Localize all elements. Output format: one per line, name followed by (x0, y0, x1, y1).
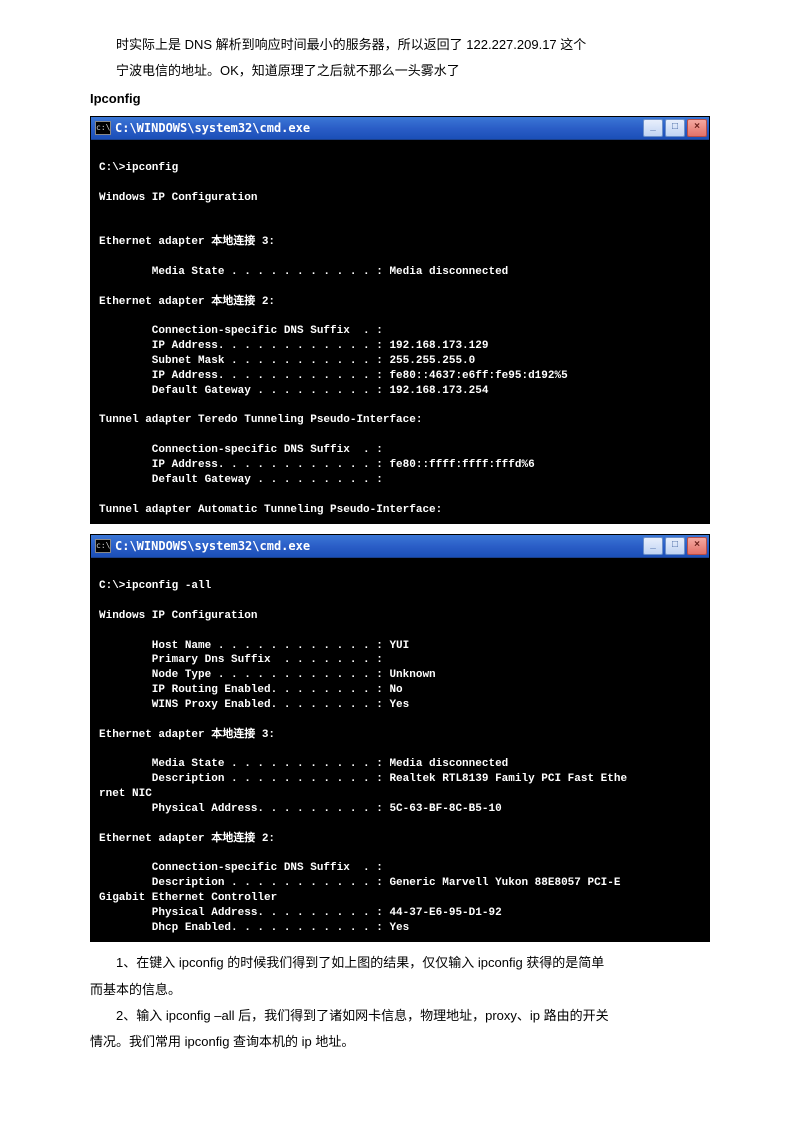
window-title: C:\WINDOWS\system32\cmd.exe (115, 536, 643, 556)
close-button[interactable]: × (687, 537, 707, 555)
window-buttons: _ □ × (643, 119, 707, 137)
cmd-window-ipconfig: c:\ C:\WINDOWS\system32\cmd.exe _ □ × C:… (90, 116, 710, 524)
maximize-button[interactable]: □ (665, 537, 685, 555)
cmd-icon: c:\ (95, 121, 111, 135)
titlebar: c:\ C:\WINDOWS\system32\cmd.exe _ □ × (91, 117, 709, 140)
maximize-button[interactable]: □ (665, 119, 685, 137)
cmd-window-ipconfig-all: c:\ C:\WINDOWS\system32\cmd.exe _ □ × C:… (90, 534, 710, 942)
terminal-output-ipconfig: C:\>ipconfig Windows IP Configuration Et… (91, 140, 709, 523)
terminal-output-ipconfig-all: C:\>ipconfig -all Windows IP Configurati… (91, 558, 709, 941)
outro-line3: 2、输入 ipconfig –all 后，我们得到了诸如网卡信息，物理地址，pr… (90, 1005, 710, 1027)
intro-line1: 时实际上是 DNS 解析到响应时间最小的服务器，所以返回了 122.227.20… (90, 34, 710, 56)
window-title: C:\WINDOWS\system32\cmd.exe (115, 118, 643, 138)
document-page: 时实际上是 DNS 解析到响应时间最小的服务器，所以返回了 122.227.20… (0, 0, 800, 1097)
intro-line2: 宁波电信的地址。OK，知道原理了之后就不那么一头雾水了 (90, 60, 710, 82)
outro-line2: 而基本的信息。 (90, 979, 710, 1001)
minimize-button[interactable]: _ (643, 537, 663, 555)
section-title-ipconfig: Ipconfig (90, 88, 710, 110)
outro-line1: 1、在键入 ipconfig 的时候我们得到了如上图的结果，仅仅输入 ipcon… (90, 952, 710, 974)
minimize-button[interactable]: _ (643, 119, 663, 137)
window-buttons: _ □ × (643, 537, 707, 555)
close-button[interactable]: × (687, 119, 707, 137)
cmd-icon: c:\ (95, 539, 111, 553)
titlebar: c:\ C:\WINDOWS\system32\cmd.exe _ □ × (91, 535, 709, 558)
outro-line4: 情况。我们常用 ipconfig 查询本机的 ip 地址。 (90, 1031, 710, 1053)
